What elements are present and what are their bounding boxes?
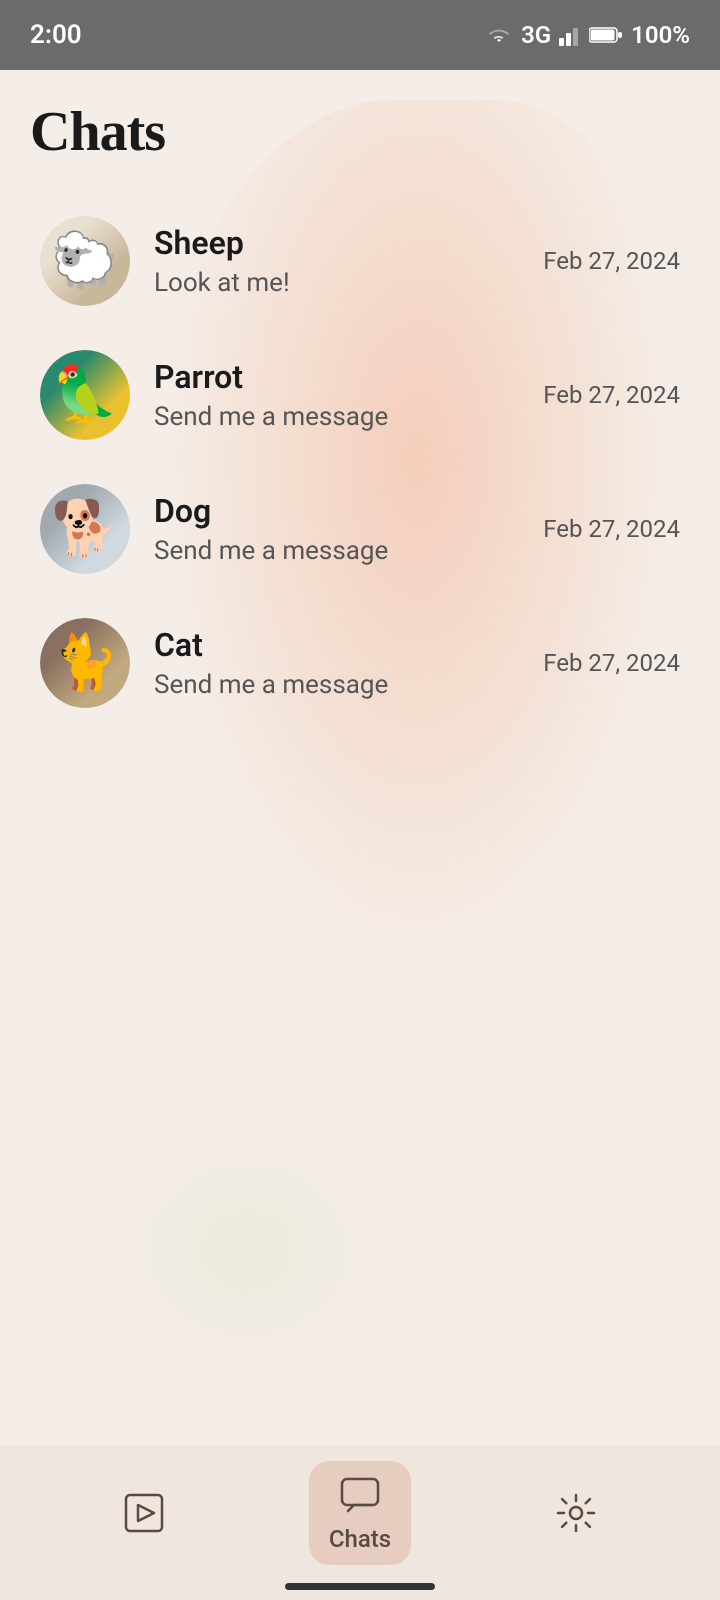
chat-icon (338, 1473, 382, 1517)
chat-date-parrot: Feb 27, 2024 (543, 381, 680, 409)
signal-label: 3G (521, 21, 551, 49)
chat-preview-parrot: Send me a message (154, 402, 543, 432)
page-title: Chats (30, 100, 690, 164)
chat-date-cat: Feb 27, 2024 (543, 649, 680, 677)
chat-name-parrot: Parrot (154, 358, 543, 396)
chat-info-dog: Dog Send me a message (154, 492, 543, 566)
chat-item-dog[interactable]: Dog Send me a message Feb 27, 2024 (30, 462, 690, 596)
settings-icon (554, 1491, 598, 1535)
bg-decoration-2 (72, 1100, 422, 1400)
status-icons: 3G 100% (485, 21, 690, 49)
chat-item-sheep[interactable]: Sheep Look at me! Feb 27, 2024 (30, 194, 690, 328)
chat-preview-sheep: Look at me! (154, 268, 543, 298)
nav-item-chats[interactable]: Chats (309, 1461, 411, 1565)
chat-name-sheep: Sheep (154, 224, 543, 262)
chat-name-cat: Cat (154, 626, 543, 664)
chat-info-sheep: Sheep Look at me! (154, 224, 543, 298)
nav-item-settings[interactable] (534, 1479, 618, 1547)
battery-label: 100% (631, 21, 690, 49)
signal-icon (559, 24, 581, 46)
media-icon (122, 1491, 166, 1535)
chat-preview-cat: Send me a message (154, 670, 543, 700)
nav-chats-label: Chats (329, 1525, 391, 1553)
chat-item-cat[interactable]: Cat Send me a message Feb 27, 2024 (30, 596, 690, 730)
chat-info-cat: Cat Send me a message (154, 626, 543, 700)
chat-date-dog: Feb 27, 2024 (543, 515, 680, 543)
status-time: 2:00 (30, 20, 82, 50)
nav-item-media[interactable] (102, 1479, 186, 1547)
wifi-icon (485, 24, 513, 46)
chat-info-parrot: Parrot Send me a message (154, 358, 543, 432)
chat-list: Sheep Look at me! Feb 27, 2024 Parrot Se… (30, 194, 690, 730)
chat-name-dog: Dog (154, 492, 543, 530)
status-right: 3G 100% (485, 21, 690, 49)
home-indicator (285, 1583, 435, 1590)
avatar-sheep (40, 216, 130, 306)
avatar-dog (40, 484, 130, 574)
avatar-parrot (40, 350, 130, 440)
chat-preview-dog: Send me a message (154, 536, 543, 566)
avatar-cat (40, 618, 130, 708)
chat-item-parrot[interactable]: Parrot Send me a message Feb 27, 2024 (30, 328, 690, 462)
chat-date-sheep: Feb 27, 2024 (543, 247, 680, 275)
status-bar: 2:00 3G 100% (0, 0, 720, 70)
bottom-nav: Chats (0, 1445, 720, 1600)
battery-icon (589, 26, 623, 44)
main-content: Chats Sheep Look at me! Feb 27, 2024 Par… (0, 70, 720, 890)
